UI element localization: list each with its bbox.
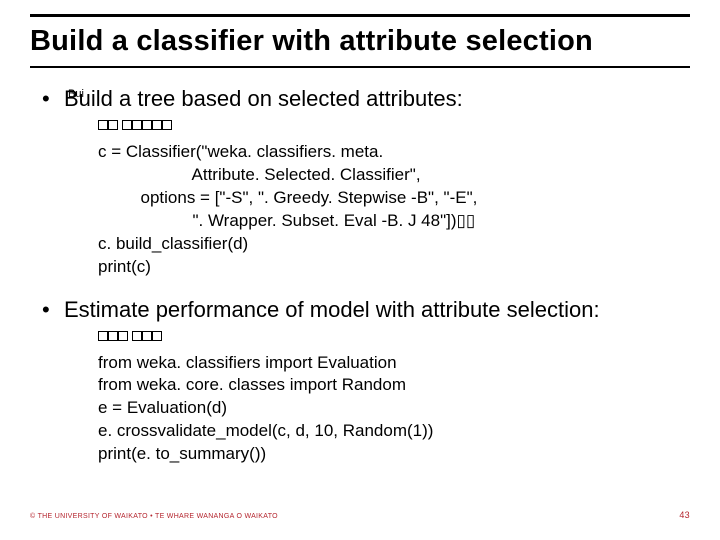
bullet-list: Bui Build a tree based on selected attri… xyxy=(36,86,690,112)
title-underline xyxy=(30,66,690,68)
bullet-text-1: Estimate performance of model with attri… xyxy=(64,297,600,322)
glyph-box-icon xyxy=(142,331,152,341)
glyph-box-icon xyxy=(132,331,142,341)
code-text-0: c = Classifier("weka. classifiers. meta.… xyxy=(98,142,477,276)
glyph-box-icon xyxy=(152,120,162,130)
slide-title: Build a classifier with attribute select… xyxy=(30,25,690,58)
glyph-box-icon xyxy=(108,331,118,341)
page-number: 43 xyxy=(679,510,690,520)
glyph-box-icon xyxy=(162,120,172,130)
glyph-box-icon xyxy=(98,331,108,341)
slide-content: Bui Build a tree based on selected attri… xyxy=(30,86,690,466)
code-overlay-0 xyxy=(98,120,172,134)
slide: Build a classifier with attribute select… xyxy=(0,0,720,540)
top-rule xyxy=(30,14,690,17)
footer-copyright: © THE UNIVERSITY OF WAIKATO • TE WHARE W… xyxy=(30,513,278,520)
code-block-1: from weka. classifiers import Evaluation… xyxy=(98,329,690,467)
glyph-box-icon xyxy=(152,331,162,341)
bullet-item-1: Estimate performance of model with attri… xyxy=(36,297,690,323)
code-overlay-1 xyxy=(98,331,162,345)
glyph-box-icon xyxy=(98,120,108,130)
glyph-box-icon xyxy=(132,120,142,130)
glyph-box-icon xyxy=(122,120,132,130)
footer: © THE UNIVERSITY OF WAIKATO • TE WHARE W… xyxy=(30,510,690,520)
code-text-1: from weka. classifiers import Evaluation… xyxy=(98,353,433,464)
code-block-0: c = Classifier("weka. classifiers. meta.… xyxy=(98,118,690,279)
bullet-item-0: Bui Build a tree based on selected attri… xyxy=(36,86,690,112)
glyph-box-icon xyxy=(142,120,152,130)
bullet-text-0: Build a tree based on selected attribute… xyxy=(64,86,463,111)
glyph-box-icon xyxy=(108,120,118,130)
bullet-list-2: Estimate performance of model with attri… xyxy=(36,297,690,323)
glyph-box-icon xyxy=(118,331,128,341)
